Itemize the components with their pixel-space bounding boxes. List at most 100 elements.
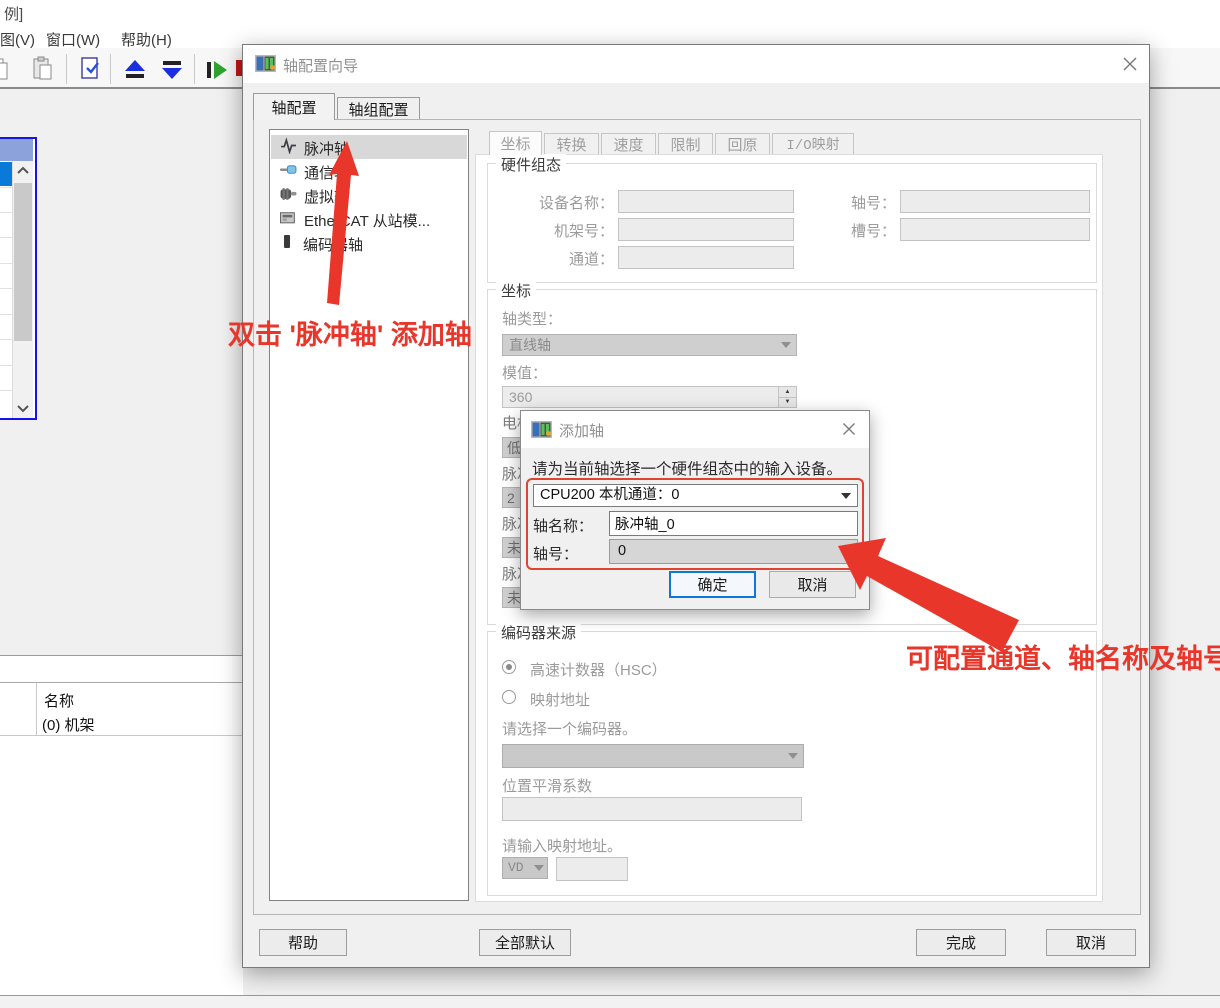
slot-no-field xyxy=(900,218,1090,241)
menu-item-window[interactable]: 窗口(W) xyxy=(46,29,100,50)
axis-name-label: 轴名称： xyxy=(533,515,593,536)
chevron-down-icon xyxy=(841,549,851,555)
step-run-icon[interactable] xyxy=(203,58,231,87)
axis-number-label: 轴号： xyxy=(533,543,578,564)
tree-item-virtual-axis[interactable]: 虚拟轴 xyxy=(280,185,349,207)
map-address-field xyxy=(556,857,628,881)
chevron-down-icon xyxy=(781,342,791,348)
subtab-transform[interactable]: 转换 xyxy=(544,133,599,155)
cancel-button[interactable]: 取消 xyxy=(1046,929,1136,956)
hidden-row-fragment: 未 xyxy=(502,587,522,608)
add-axis-dialog: 添加轴 请为当前轴选择一个硬件组态中的输入设备。 CPU200 本机通道：0 轴… xyxy=(520,410,870,610)
download-icon[interactable] xyxy=(157,58,187,87)
scroll-thumb[interactable] xyxy=(14,183,32,341)
close-icon[interactable] xyxy=(839,419,859,439)
axis-no-label: 轴号： xyxy=(851,192,896,213)
radio-hsc-label: 高速计数器（HSC） xyxy=(530,659,667,680)
radio-hsc xyxy=(502,660,516,674)
tab-axis-config[interactable]: 轴配置 xyxy=(253,93,335,120)
subtab-limit[interactable]: 限制 xyxy=(658,133,713,155)
ok-button[interactable]: 确定 xyxy=(669,571,756,598)
subtab-homing[interactable]: 回原 xyxy=(715,133,770,155)
modulo-spinner: 360 ▲ ▼ xyxy=(502,386,797,408)
toolbar-separator xyxy=(110,54,111,84)
list-scrollbar[interactable] xyxy=(13,161,33,418)
all-default-button[interactable]: 全部默认 xyxy=(479,929,571,956)
chevron-down-icon xyxy=(841,493,851,499)
help-button[interactable]: 帮助 xyxy=(259,929,347,956)
axis-name-input[interactable] xyxy=(609,511,858,536)
add-axis-icon xyxy=(531,421,552,443)
hardware-list-widget[interactable] xyxy=(0,137,37,420)
channel-label: 通道： xyxy=(569,248,614,269)
list-header-row xyxy=(0,139,33,161)
subtab-speed[interactable]: 速度 xyxy=(601,133,656,155)
menu-item-help[interactable]: 帮助(H) xyxy=(121,29,172,50)
encoder-axis-icon xyxy=(282,233,294,255)
hardware-config-group: 硬件组态 设备名称： 轴号： 机架号： 槽号： 通道： xyxy=(487,163,1097,283)
add-axis-title: 添加轴 xyxy=(559,420,604,441)
copy-icon[interactable] xyxy=(0,56,14,82)
chevron-down-icon xyxy=(788,753,798,759)
map-address-label: 请输入映射地址。 xyxy=(502,835,622,856)
axis-no-field xyxy=(900,190,1090,213)
screen: 例] 图(V) 窗口(W) 帮助(H) xyxy=(0,0,1220,1008)
close-icon[interactable] xyxy=(1119,53,1141,75)
virtual-axis-icon xyxy=(280,185,297,207)
menu-item-view[interactable]: 图(V) xyxy=(0,29,35,50)
dialog-titlebar xyxy=(243,45,1149,83)
add-axis-prompt: 请为当前轴选择一个硬件组态中的输入设备。 xyxy=(532,457,842,479)
tree-item-pulse-axis[interactable]: 脉冲轴 xyxy=(280,137,349,159)
window-title-fragment: 例] xyxy=(4,3,23,24)
toolbar-separator xyxy=(66,54,67,84)
rack-table-row[interactable]: (0) 机架 xyxy=(42,714,95,735)
hidden-row-fragment: 脉冲 xyxy=(502,513,522,534)
pulse-axis-icon xyxy=(280,137,297,159)
tree-item-encoder-axis[interactable]: 编码器轴 xyxy=(282,233,363,255)
finish-button[interactable]: 完成 xyxy=(916,929,1006,956)
hidden-row-fragment: 低 xyxy=(502,437,522,458)
device-combo[interactable]: CPU200 本机通道：0 xyxy=(533,484,858,507)
axis-type-tree: 脉冲轴 通信轴 虚拟轴 EtherCAT 从站模... 编码器轴 xyxy=(269,129,469,901)
ethercat-module-icon xyxy=(280,209,297,231)
rack-no-field xyxy=(618,218,794,241)
modulo-label: 模值： xyxy=(502,362,547,383)
upload-icon[interactable] xyxy=(120,58,150,87)
radio-map-address xyxy=(502,690,516,704)
rack-table-header: 名称 xyxy=(44,690,74,711)
channel-field xyxy=(618,246,794,269)
dialog-title: 轴配置向导 xyxy=(283,55,358,76)
slot-no-label: 槽号： xyxy=(851,220,896,241)
hidden-row-fragment: 脉冲 xyxy=(502,463,522,484)
paste-icon[interactable] xyxy=(30,56,56,87)
subtab-io-mapping[interactable]: I/O映射 xyxy=(772,133,854,155)
axis-number-combo[interactable]: 0 xyxy=(609,539,858,564)
hidden-row-fragment: 脉冲 xyxy=(502,563,522,584)
rack-no-label: 机架号： xyxy=(554,220,614,241)
chevron-down-icon xyxy=(534,865,544,871)
annotation-note-configure: 可配置通道、轴名称及轴号 xyxy=(906,637,1220,676)
app-top-band xyxy=(0,0,1220,48)
smooth-factor-field xyxy=(502,797,802,821)
comm-axis-icon xyxy=(280,161,297,183)
select-encoder-label: 请选择一个编码器。 xyxy=(502,718,637,739)
toolbar-separator xyxy=(194,54,195,84)
tab-axis-group-config[interactable]: 轴组配置 xyxy=(337,97,420,120)
smooth-factor-label: 位置平滑系数 xyxy=(502,775,592,796)
add-axis-cancel-button[interactable]: 取消 xyxy=(769,571,856,598)
axis-type-combo: 直线轴 xyxy=(502,334,797,356)
hidden-row-fragment: 2 xyxy=(502,487,522,508)
list-selected-row[interactable] xyxy=(0,162,12,186)
scroll-down-button[interactable] xyxy=(13,398,33,418)
device-name-label: 设备名称： xyxy=(539,192,614,213)
hidden-row-fragment: 未 xyxy=(502,537,522,558)
device-name-field xyxy=(618,190,794,213)
tree-item-comm-axis[interactable]: 通信轴 xyxy=(280,161,349,183)
encoder-combo xyxy=(502,744,804,768)
scroll-up-button[interactable] xyxy=(13,161,33,181)
axis-type-label: 轴类型： xyxy=(502,308,562,329)
status-bar xyxy=(0,995,1220,1008)
validate-icon[interactable] xyxy=(78,56,104,87)
tree-item-ethercat-slave[interactable]: EtherCAT 从站模... xyxy=(280,209,430,231)
subtab-coordinate[interactable]: 坐标 xyxy=(489,131,542,155)
